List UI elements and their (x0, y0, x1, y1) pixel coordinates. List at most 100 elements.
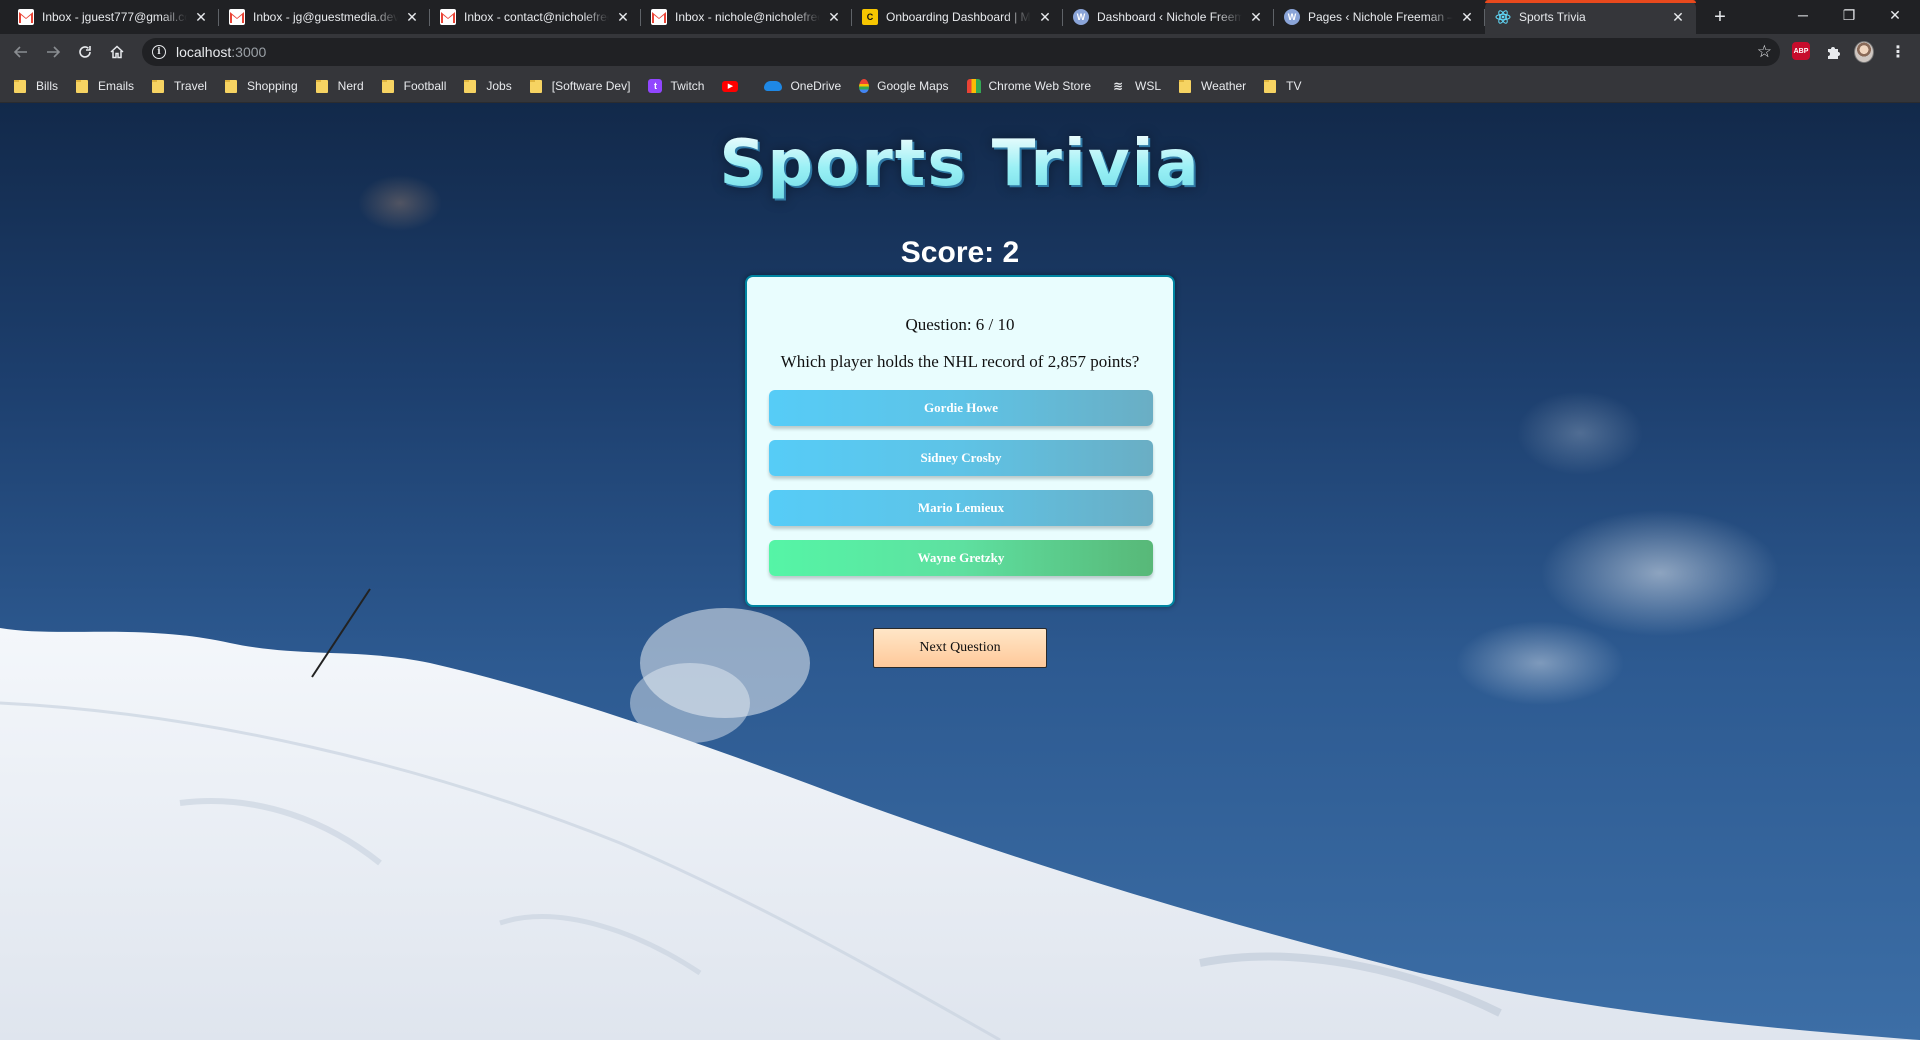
folder-icon (152, 79, 165, 93)
folder-icon (1179, 79, 1192, 93)
folder-icon (464, 79, 477, 93)
bookmark-onedrive[interactable]: OneDrive (764, 79, 841, 93)
tab-title: Sports Trivia (1519, 10, 1586, 24)
answer-button-mario-lemieux[interactable]: Mario Lemieux (769, 490, 1153, 526)
wsl-icon: ≋ (1112, 79, 1124, 93)
bookmark-weather[interactable]: Weather (1179, 79, 1246, 93)
next-question-button[interactable]: Next Question (873, 628, 1047, 668)
bookmark-label: Shopping (246, 79, 298, 93)
bookmark-nerd[interactable]: Nerd (315, 79, 364, 93)
extensions-icon[interactable] (1823, 42, 1843, 62)
google-maps-icon (859, 79, 870, 93)
tab-title: Inbox - jguest777@gmail.com (42, 10, 187, 24)
gmail-icon (18, 9, 34, 25)
bookmark-label: Bills (36, 79, 59, 93)
gmail-icon (440, 9, 456, 25)
close-icon[interactable]: ✕ (193, 9, 209, 25)
tab-title: Inbox - nichole@nicholefreeman (675, 10, 820, 24)
arrow-right-icon (47, 46, 61, 58)
tab-inbox-nichole[interactable]: Inbox - nichole@nicholefreeman ✕ (641, 0, 852, 34)
bookmark-football[interactable]: Football (381, 79, 446, 93)
onedrive-icon (764, 81, 783, 91)
browser-toolbar: i localhost:3000 ☆ ABP ⋮ (0, 34, 1920, 70)
close-icon[interactable]: ✕ (1459, 9, 1475, 25)
bookmark-label: Google Maps (877, 79, 949, 93)
answer-button-gordie-howe[interactable]: Gordie Howe (769, 390, 1153, 426)
adblock-icon[interactable]: ABP (1792, 42, 1810, 60)
tab-wp-pages[interactable]: W Pages ‹ Nichole Freeman — ✕ (1274, 0, 1485, 34)
bookmark-label: Twitch (670, 79, 705, 93)
bookmark-chrome-web-store[interactable]: Chrome Web Store (966, 79, 1092, 93)
minimize-button[interactable]: ─ (1780, 0, 1826, 30)
gmail-icon (229, 9, 245, 25)
home-icon (110, 45, 124, 59)
reload-icon (79, 46, 91, 58)
bookmark-label: OneDrive (790, 79, 842, 93)
home-button[interactable] (105, 40, 129, 64)
question-card: Question: 6 / 10 Which player holds the … (745, 275, 1175, 607)
bookmark-software-dev[interactable]: [Software Dev] (529, 79, 631, 93)
twitch-icon: t (648, 79, 663, 93)
bookmark-twitch[interactable]: t Twitch (648, 79, 704, 93)
bookmark-jobs[interactable]: Jobs (464, 79, 512, 93)
bookmark-label: Jobs (486, 79, 512, 93)
restore-button[interactable]: ❐ (1826, 0, 1872, 30)
folder-icon (14, 79, 26, 93)
question-text: Which player holds the NHL record of 2,8… (780, 352, 1140, 371)
bookmark-label: Chrome Web Store (988, 79, 1092, 93)
trivia-app: Sports Trivia Score: 2 Question: 6 / 10 … (0, 103, 1920, 1040)
close-icon[interactable]: ✕ (1670, 9, 1686, 25)
bookmark-bills[interactable]: Bills (14, 79, 58, 93)
close-icon[interactable]: ✕ (1248, 9, 1264, 25)
page-viewport: Sports Trivia Score: 2 Question: 6 / 10 … (0, 103, 1920, 1040)
answer-button-sidney-crosby[interactable]: Sidney Crosby (769, 440, 1153, 476)
answer-button-wayne-gretzky[interactable]: Wayne Gretzky (769, 540, 1153, 576)
folder-icon (1264, 79, 1277, 93)
bookmarks-bar: Bills Emails Travel Shopping Nerd Footba… (0, 70, 1920, 103)
tab-title: Inbox - contact@nicholefreeman (464, 10, 609, 24)
window-close-button[interactable]: ✕ (1872, 0, 1918, 30)
bookmark-label: Emails (98, 79, 135, 93)
tab-strip: Inbox - jguest777@gmail.com ✕ Inbox - jg… (0, 0, 1920, 34)
bookmark-travel[interactable]: Travel (152, 79, 207, 93)
onboarding-icon: C (862, 9, 878, 25)
close-icon[interactable]: ✕ (1037, 9, 1053, 25)
tab-inbox-contact[interactable]: Inbox - contact@nicholefreeman ✕ (430, 0, 641, 34)
new-tab-button[interactable]: + (1708, 5, 1732, 29)
info-icon[interactable]: i (152, 45, 166, 59)
tab-onboarding-dashboard[interactable]: C Onboarding Dashboard | M ✕ (852, 0, 1063, 34)
tab-wp-dashboard[interactable]: W Dashboard ‹ Nichole Freem ✕ (1063, 0, 1274, 34)
folder-icon (381, 79, 394, 93)
reload-button[interactable] (73, 40, 97, 64)
bookmark-label: [Software Dev] (551, 79, 631, 93)
bookmark-label: Weather (1201, 79, 1247, 93)
tab-inbox-jguest777[interactable]: Inbox - jguest777@gmail.com ✕ (8, 0, 219, 34)
url-host: localhost (176, 44, 232, 60)
youtube-icon: ▶ (722, 80, 739, 92)
back-button[interactable] (9, 40, 33, 64)
menu-icon[interactable]: ⋮ (1888, 42, 1908, 62)
bookmark-shopping[interactable]: Shopping (224, 79, 298, 93)
close-icon[interactable]: ✕ (404, 9, 420, 25)
forward-button[interactable] (41, 40, 65, 64)
bookmark-wsl[interactable]: ≋ WSL (1109, 79, 1161, 93)
profile-avatar[interactable] (1854, 41, 1874, 63)
arrow-left-icon (13, 46, 27, 58)
tab-inbox-jg-guestmedia[interactable]: Inbox - jg@guestmedia.dev ✕ (219, 0, 430, 34)
tab-sports-trivia[interactable]: Sports Trivia ✕ (1485, 0, 1696, 34)
address-bar[interactable]: i localhost:3000 ☆ (142, 38, 1780, 66)
chrome-web-store-icon (966, 79, 981, 93)
bookmark-google-maps[interactable]: Google Maps (859, 79, 949, 93)
page-title: Sports Trivia (0, 127, 1920, 201)
bookmark-emails[interactable]: Emails (76, 79, 134, 93)
bookmark-tv[interactable]: TV (1264, 79, 1302, 93)
bookmark-label: WSL (1135, 79, 1162, 93)
avatar (1854, 41, 1874, 63)
close-icon[interactable]: ✕ (826, 9, 842, 25)
close-icon[interactable]: ✕ (615, 9, 631, 25)
wordpress-icon: W (1073, 9, 1089, 25)
gmail-icon (651, 9, 667, 25)
folder-icon (529, 79, 542, 93)
bookmark-youtube[interactable]: ▶ (722, 80, 746, 92)
star-icon[interactable]: ☆ (1757, 42, 1772, 62)
